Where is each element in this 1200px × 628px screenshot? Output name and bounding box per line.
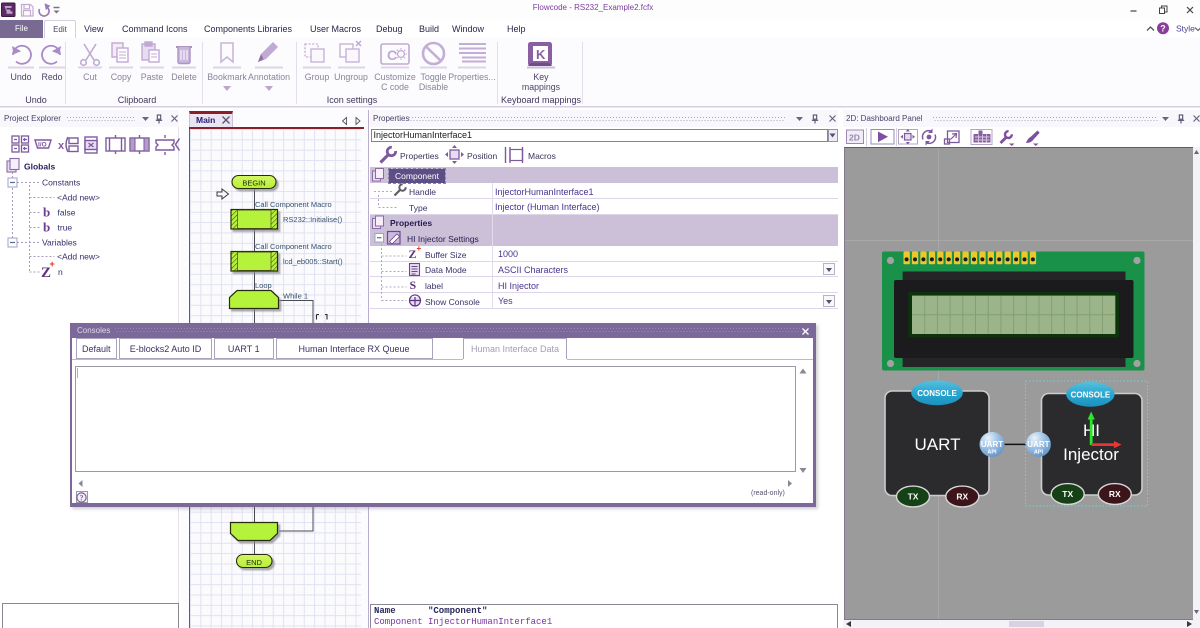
svg-text:n: n [58,267,63,277]
svg-text:END: END [246,558,262,567]
svg-text:Injector: Injector [1063,445,1119,464]
svg-text:b: b [43,220,50,235]
svg-text:Loop: Loop [255,281,272,290]
svg-text:+: + [50,259,55,269]
svg-text:+: + [417,244,422,253]
svg-text:BEGIN: BEGIN [242,179,265,188]
svg-text:b: b [43,205,50,220]
svg-text:lcd_eb005::Start(): lcd_eb005::Start() [283,257,343,266]
svg-text:API: API [987,450,997,456]
svg-text:?: ? [80,493,84,502]
svg-text:TX: TX [1062,489,1073,499]
svg-text:RX: RX [956,492,968,502]
svg-text:false: false [58,208,76,218]
svg-text:While 1: While 1 [283,292,308,301]
svg-text:UART: UART [1027,440,1049,449]
svg-text:Globals: Globals [24,162,55,172]
svg-text:K: K [536,47,546,62]
svg-text:<Add new>: <Add new> [57,193,100,203]
svg-text:Variables: Variables [42,238,77,248]
svg-text:RS232::Initialise(): RS232::Initialise() [283,215,343,224]
svg-text:Z: Z [409,247,417,261]
svg-text:Style: Style [1176,24,1195,34]
svg-text:Constants: Constants [42,178,80,188]
svg-text:I/O: I/O [38,142,47,149]
svg-text:TX: TX [908,492,919,502]
svg-text:CONSOLE: CONSOLE [1071,390,1111,399]
svg-text:UART: UART [981,440,1003,449]
svg-text:CONSOLE: CONSOLE [917,389,957,398]
svg-text:Call Component Macro: Call Component Macro [255,200,332,209]
svg-text:RX: RX [1109,489,1121,499]
svg-text:<Add new>: <Add new> [57,252,100,262]
svg-text:C: C [387,47,397,63]
svg-text:true: true [58,223,73,233]
svg-text:API: API [1034,450,1044,456]
svg-text:Call Component Macro: Call Component Macro [255,242,332,251]
svg-text:S: S [410,278,417,292]
svg-text:?: ? [1160,24,1166,34]
svg-text:x: x [58,140,65,152]
svg-text:UART: UART [915,435,961,454]
